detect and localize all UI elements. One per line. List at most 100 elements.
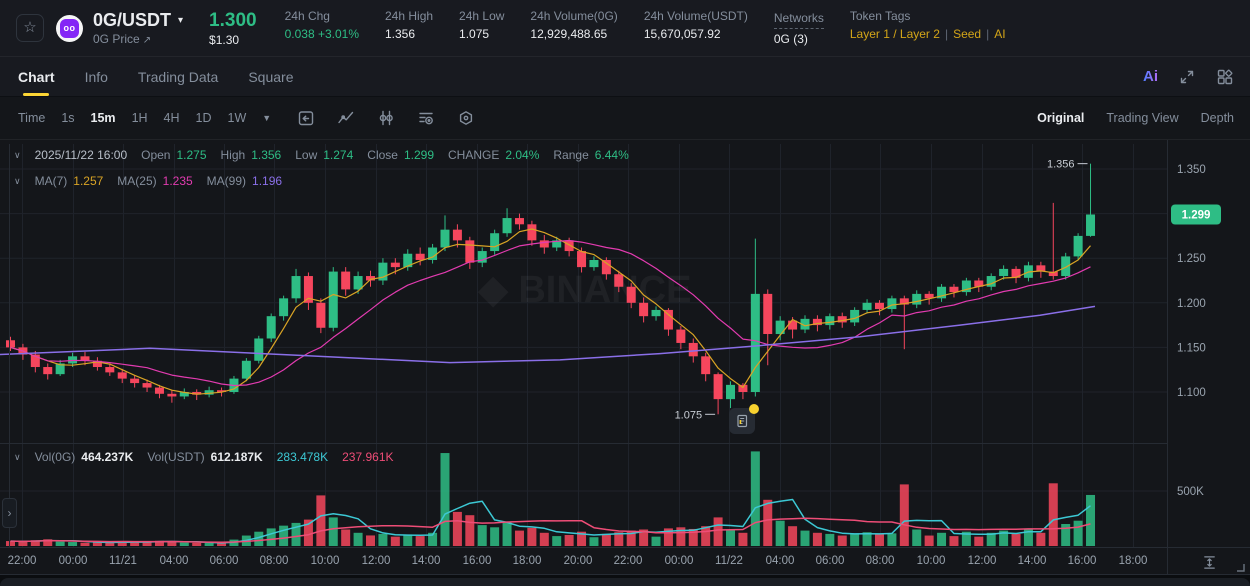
legend-vol-ma-fast: 283.478K — [277, 450, 328, 464]
interval-1w[interactable]: 1W — [228, 111, 247, 125]
news-event-marker[interactable] — [729, 408, 755, 434]
time-label: Time — [18, 111, 45, 125]
chart-settings-icon[interactable] — [417, 109, 435, 127]
svg-text:08:00: 08:00 — [260, 555, 289, 567]
svg-text:22:00: 22:00 — [8, 555, 37, 567]
pair-name: 0G/USDT — [93, 10, 171, 31]
volume-legend: ∨ Vol(0G)464.237K Vol(USDT)612.187K 283.… — [14, 450, 394, 464]
favorite-star-button[interactable]: ☆ — [16, 14, 44, 42]
svg-text:1.075: 1.075 — [675, 409, 703, 421]
svg-text:00:00: 00:00 — [59, 555, 88, 567]
trading-app-window: ☆ oo 0G/USDT ▾ 0G Price↗ 1.300 $1.30 24h… — [0, 0, 1250, 586]
tab-trading-data[interactable]: Trading Data — [138, 57, 218, 96]
tab-square[interactable]: Square — [248, 57, 293, 96]
preferences-gear-icon[interactable] — [457, 109, 475, 127]
legend-vol-base: 464.237K — [81, 450, 133, 464]
pair-price-link[interactable]: 0G Price↗ — [93, 32, 183, 46]
tab-chart[interactable]: Chart — [18, 57, 55, 96]
jump-to-date-icon[interactable] — [297, 109, 315, 127]
tab-info[interactable]: Info — [85, 57, 108, 96]
svg-text:16:00: 16:00 — [1068, 555, 1097, 567]
fit-scale-icon — [1201, 554, 1218, 571]
news-doc-icon — [734, 413, 750, 429]
stat-networks: Networks 0G (3) — [774, 9, 824, 48]
collapse-chevron-icon[interactable]: ∨ — [14, 452, 21, 463]
usd-price: $1.30 — [209, 33, 257, 47]
interval-4h[interactable]: 4H — [164, 111, 180, 125]
layout-grid-icon[interactable] — [1216, 68, 1234, 86]
svg-text:10:00: 10:00 — [917, 555, 946, 567]
svg-text:11/21: 11/21 — [109, 555, 137, 567]
chart-toolbar: Time 1s 15m 1H 4H 1D 1W ▼ Original Tradi… — [0, 97, 1250, 140]
chevron-down-icon: ▾ — [178, 15, 183, 26]
expand-panel-button[interactable]: › — [2, 498, 17, 528]
collapse-chevron-icon[interactable]: ∨ — [14, 150, 21, 161]
stat-24h-high: 24h High 1.356 — [385, 9, 433, 48]
interval-1s[interactable]: 1s — [61, 111, 74, 125]
legend-vol-quote: 612.187K — [211, 450, 263, 464]
svg-text:1.356: 1.356 — [1047, 159, 1075, 171]
chart-style-icon[interactable] — [337, 109, 355, 127]
svg-text:10:00: 10:00 — [311, 555, 340, 567]
svg-text:1.350: 1.350 — [1177, 164, 1206, 176]
svg-text:500K: 500K — [1177, 486, 1204, 498]
legend-change: 2.04% — [505, 148, 539, 162]
legend-open: 1.275 — [176, 148, 206, 162]
ohlc-legend: ∨ 2025/11/22 16:00 Open1.275 High1.356 L… — [14, 148, 629, 162]
chevron-right-icon: › — [8, 506, 12, 520]
token-tag-link[interactable]: AI — [994, 27, 1005, 41]
token-tag-link[interactable]: Layer 1 / Layer 2 — [850, 27, 940, 41]
svg-text:14:00: 14:00 — [1018, 555, 1047, 567]
indicators-icon[interactable] — [377, 109, 395, 127]
external-link-icon: ↗ — [143, 35, 151, 46]
svg-text:16:00: 16:00 — [463, 555, 492, 567]
resize-corner-icon[interactable] — [1236, 563, 1245, 572]
svg-text:18:00: 18:00 — [1119, 555, 1148, 567]
svg-text:06:00: 06:00 — [816, 555, 845, 567]
chart-area: ◆ BINANCE1.3501.2501.2001.1501.100500K1.… — [0, 140, 1250, 575]
pair-header: ☆ oo 0G/USDT ▾ 0G Price↗ 1.300 $1.30 24h… — [0, 0, 1250, 57]
collapse-chevron-icon[interactable]: ∨ — [14, 176, 21, 187]
svg-text:1.250: 1.250 — [1177, 253, 1206, 265]
interval-1h[interactable]: 1H — [132, 111, 148, 125]
stat-24h-volume-base: 24h Volume(0G) 12,929,488.65 — [530, 9, 617, 48]
legend-ma7: 1.257 — [73, 174, 103, 188]
view-original[interactable]: Original — [1037, 111, 1084, 125]
svg-text:1.299: 1.299 — [1182, 209, 1211, 221]
networks-value[interactable]: 0G (3) — [774, 31, 824, 48]
stat-token-tags: Token Tags Layer 1 / Layer 2|Seed|AI — [850, 9, 1006, 48]
legend-datetime: 2025/11/22 16:00 — [35, 148, 128, 162]
svg-text:04:00: 04:00 — [160, 555, 189, 567]
svg-text:22:00: 22:00 — [614, 555, 643, 567]
view-depth[interactable]: Depth — [1201, 111, 1234, 125]
stat-24h-low: 24h Low 1.075 — [459, 9, 504, 48]
legend-low: 1.274 — [323, 148, 353, 162]
svg-text:14:00: 14:00 — [412, 555, 441, 567]
interval-dropdown-caret[interactable]: ▼ — [262, 113, 271, 123]
stat-24h-chg: 24h Chg 0.038 +3.01% — [285, 9, 359, 48]
svg-text:1.200: 1.200 — [1177, 298, 1206, 310]
token-tag-link[interactable]: Seed — [953, 27, 981, 41]
token-logo: oo — [56, 15, 83, 42]
interval-1d[interactable]: 1D — [196, 111, 212, 125]
expand-fullscreen-icon[interactable] — [1178, 68, 1196, 86]
legend-close: 1.299 — [404, 148, 434, 162]
svg-text:06:00: 06:00 — [210, 555, 239, 567]
stats-bar: 24h Chg 0.038 +3.01% 24h High 1.356 24h … — [285, 9, 1006, 48]
svg-text:00:00: 00:00 — [665, 555, 694, 567]
pair-selector[interactable]: 0G/USDT ▾ 0G Price↗ — [93, 10, 183, 46]
last-price: 1.300 — [209, 10, 257, 32]
svg-text:1.150: 1.150 — [1177, 342, 1206, 354]
svg-text:◆ BINANCE: ◆ BINANCE — [478, 269, 692, 311]
interval-15m[interactable]: 15m — [91, 111, 116, 125]
star-icon: ☆ — [23, 19, 36, 36]
view-trading-view[interactable]: Trading View — [1106, 111, 1178, 125]
main-tabs: Chart Info Trading Data Square Ai — [0, 57, 1250, 97]
candlestick-chart[interactable]: ◆ BINANCE1.3501.2501.2001.1501.100500K1.… — [0, 140, 1250, 575]
ai-assistant-button[interactable]: Ai — [1143, 68, 1158, 85]
svg-text:18:00: 18:00 — [513, 555, 542, 567]
legend-high: 1.356 — [251, 148, 281, 162]
collapsed-panel-strip[interactable] — [0, 578, 1250, 586]
stat-24h-volume-quote: 24h Volume(USDT) 15,670,057.92 — [644, 9, 748, 48]
fit-scale-button[interactable] — [1194, 551, 1224, 573]
